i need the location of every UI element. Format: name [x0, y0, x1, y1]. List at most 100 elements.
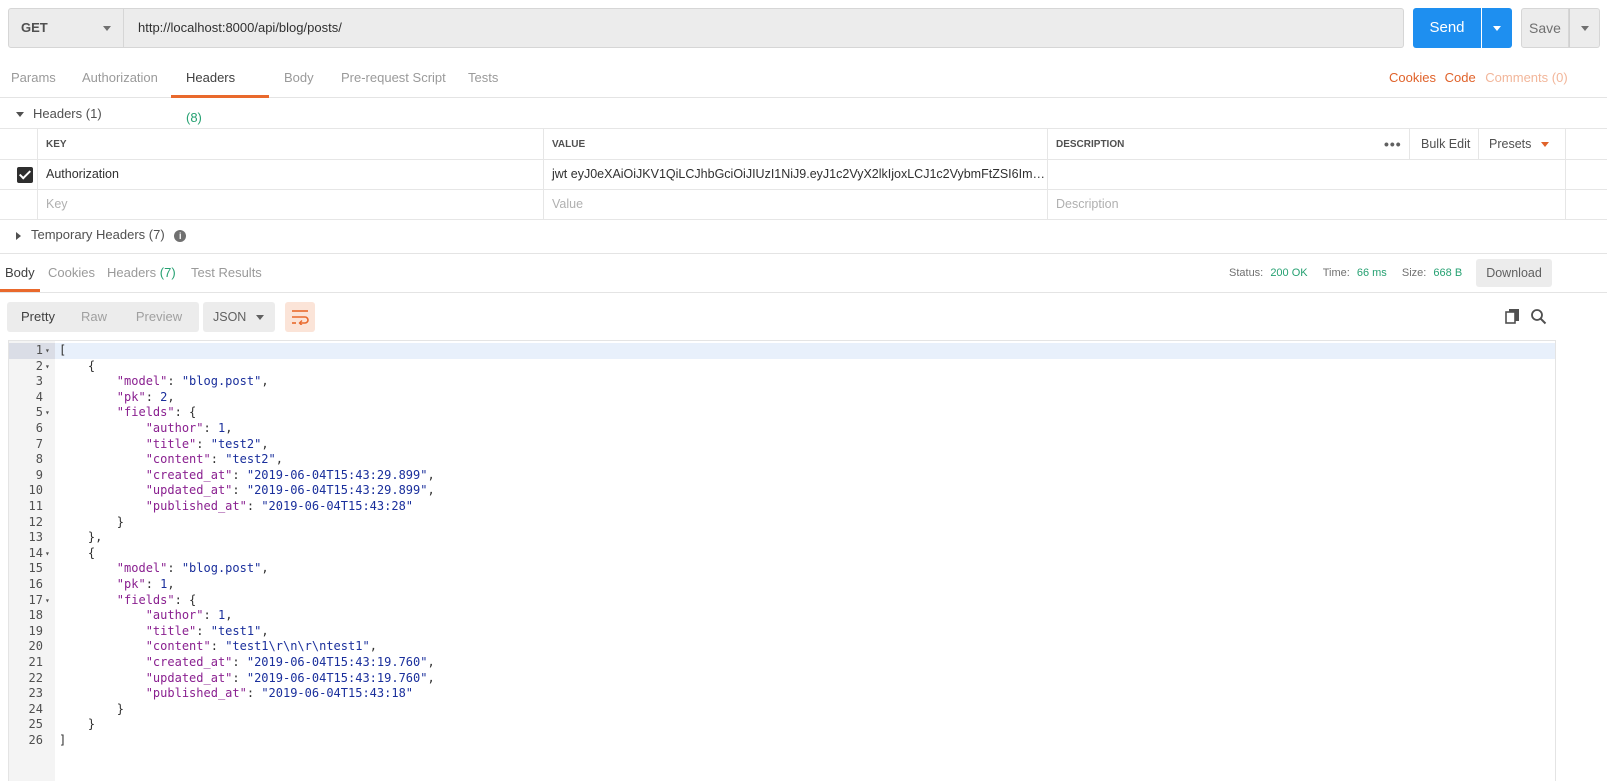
view-preview-button[interactable]: Preview: [119, 302, 199, 332]
section-count: (7): [148, 227, 165, 242]
wrap-lines-button[interactable]: [285, 302, 315, 332]
fold-toggle-icon[interactable]: ▾: [45, 593, 50, 609]
code-text: [: [59, 343, 67, 357]
view-pretty-button[interactable]: Pretty: [7, 302, 69, 332]
section-title: Headers: [33, 106, 83, 121]
more-options-icon[interactable]: •••: [1384, 129, 1402, 160]
tab-label: Headers: [107, 265, 157, 280]
new-value-input[interactable]: Value: [543, 190, 1047, 219]
tab-headers[interactable]: Headers (8): [171, 58, 269, 125]
tab-pre-request-script[interactable]: Pre-request Script: [341, 58, 446, 98]
fold-toggle-icon[interactable]: ▾: [45, 359, 50, 375]
code-text: "fields": {: [116, 405, 197, 420]
line-number: 14: [28, 545, 43, 560]
response-tab-test-results[interactable]: Test Results: [191, 254, 262, 292]
send-button[interactable]: Send: [1413, 8, 1481, 48]
new-key-input[interactable]: Key: [37, 190, 543, 219]
line-number: 22: [28, 670, 43, 685]
header-enabled-checkbox[interactable]: [17, 167, 33, 183]
response-tab-headers[interactable]: Headers (7): [107, 254, 176, 292]
code-text: "model": "blog.post",: [116, 374, 269, 389]
line-number: 25: [28, 717, 43, 732]
size-label: Size:: [1401, 267, 1427, 279]
fold-toggle-icon[interactable]: ▾: [45, 343, 50, 359]
line-number: 15: [28, 561, 43, 576]
code-text: {: [59, 358, 96, 373]
code-link[interactable]: Code: [1445, 70, 1476, 85]
cookies-link[interactable]: Cookies: [1389, 70, 1436, 85]
code-text: "pk": 1,: [116, 577, 175, 591]
line-number: 2: [35, 358, 43, 373]
response-body-editor[interactable]: 1 ▾[2 ▾ {3 "model": "blog.post", 4 "pk": 2,…: [8, 340, 1556, 781]
format-label: JSON: [213, 310, 247, 324]
fold-toggle-icon[interactable]: ▾: [45, 546, 50, 562]
url-input[interactable]: http://localhost:8000/api/blog/posts/: [124, 8, 1404, 48]
response-bar: Body Cookies Headers (7) Test Results St…: [0, 253, 1607, 293]
time-label: Time:: [1322, 267, 1350, 279]
section-title: Temporary Headers: [31, 227, 146, 242]
copy-icon[interactable]: [1505, 308, 1521, 324]
method-select[interactable]: GET: [8, 8, 124, 48]
format-select[interactable]: JSON: [203, 302, 275, 332]
save-options-button[interactable]: [1569, 8, 1600, 48]
fold-toggle-icon[interactable]: ▾: [45, 405, 50, 421]
new-description-input[interactable]: Description: [1047, 190, 1566, 219]
header-value-cell[interactable]: jwt eyJ0eXAiOiJKV1QiLCJhbGciOiJIUzI1NiJ9…: [543, 160, 1047, 189]
header-key-cell[interactable]: Authorization: [37, 160, 543, 189]
code-text: "created_at": "2019-06-04T15:43:29.899",: [145, 467, 435, 482]
line-number: 3: [35, 374, 43, 389]
response-tab-body[interactable]: Body: [0, 254, 40, 292]
code-text: "author": 1,: [145, 421, 233, 435]
column-header-description: DESCRIPTION: [1047, 129, 1375, 159]
status-value: 200 OK: [1270, 267, 1308, 279]
tab-body[interactable]: Body: [284, 58, 314, 98]
code-text: "updated_at": "2019-06-04T15:43:19.760",: [145, 670, 435, 685]
bulk-edit-button[interactable]: Bulk Edit: [1409, 129, 1477, 159]
code-text: }: [59, 701, 125, 716]
code-line: 1 ▾ [: [9, 343, 1555, 359]
line-number: 4: [35, 389, 43, 404]
tab-count: (7): [159, 265, 176, 280]
line-number: 7: [35, 436, 43, 451]
tab-params[interactable]: Params: [11, 58, 56, 98]
line-number: 9: [35, 467, 43, 482]
header-description-cell[interactable]: [1047, 160, 1566, 189]
send-options-button[interactable]: [1482, 8, 1512, 48]
table-row: Authorization jwt eyJ0eXAiOiJKV1QiLCJhbG…: [0, 160, 1607, 190]
code-text: "content": "test1\r\n\r\ntest1",: [145, 639, 377, 654]
response-tab-cookies[interactable]: Cookies: [48, 254, 95, 292]
code-text: "published_at": "2019-06-04T15:43:18": [145, 686, 414, 701]
chevron-down-icon: [1540, 142, 1549, 148]
tab-authorization[interactable]: Authorization: [82, 58, 158, 98]
info-icon[interactable]: i: [174, 229, 187, 242]
code-text: {: [59, 545, 96, 560]
tab-tests[interactable]: Tests: [468, 58, 498, 98]
status-label: Status:: [1229, 267, 1264, 279]
line-number: 19: [28, 623, 43, 638]
search-icon[interactable]: [1530, 308, 1547, 325]
save-button[interactable]: Save: [1521, 8, 1569, 48]
tab-label: Authorization: [82, 70, 158, 85]
download-button[interactable]: Download: [1476, 259, 1552, 287]
code-text: }: [59, 717, 96, 732]
headers-section-toggle[interactable]: Headers (1): [16, 99, 102, 129]
tab-label: Params: [11, 70, 56, 85]
status-indicator: Status: 200 OK Time: 66 ms Size: 668 B: [1229, 254, 1462, 292]
comments-link[interactable]: Comments (0): [1485, 70, 1567, 85]
temporary-headers-toggle[interactable]: Temporary Headers (7) i: [16, 220, 187, 250]
table-row-empty: Key Value Description: [0, 190, 1607, 220]
method-label: GET: [21, 20, 48, 35]
code-text: "updated_at": "2019-06-04T15:43:29.899",: [145, 483, 435, 498]
presets-button[interactable]: Presets: [1478, 129, 1566, 159]
code-text: "title": "test2",: [145, 436, 269, 451]
line-number: 12: [28, 514, 43, 529]
request-tabs: Params Authorization Headers (8) Body Pr…: [0, 58, 1607, 125]
tab-label: Headers: [186, 70, 236, 85]
code-text: "model": "blog.post",: [116, 561, 269, 576]
code-text: "fields": {: [116, 592, 197, 607]
code-text: "author": 1,: [145, 608, 233, 623]
column-header-key: KEY: [37, 129, 543, 159]
line-number: 21: [28, 655, 43, 669]
tab-count: (8): [186, 110, 202, 125]
view-raw-button[interactable]: Raw: [69, 302, 119, 332]
